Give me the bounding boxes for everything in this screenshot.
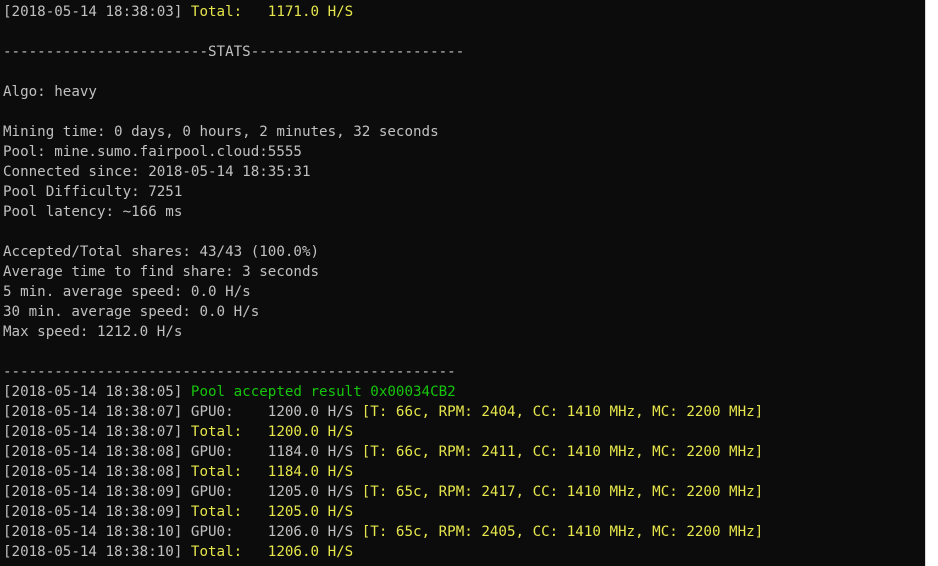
terminal-text-segment: [2018-05-14 18:38:03] bbox=[3, 4, 191, 20]
terminal-text-segment: [T: 66c, RPM: 2411, CC: 1410 MHz, MC: 22… bbox=[361, 444, 764, 460]
terminal-line: [2018-05-14 18:38:07] GPU0: 1200.0 H/S [… bbox=[3, 402, 763, 422]
terminal-text-segment: Total: 1184.0 H/S bbox=[190, 464, 354, 480]
terminal-line: Mining time: 0 days, 0 hours, 2 minutes,… bbox=[3, 122, 763, 142]
terminal-text-segment: [T: 65c, RPM: 2417, CC: 1410 MHz, MC: 22… bbox=[361, 484, 764, 500]
terminal-text-segment: [2018-05-14 18:38:09] GPU0: 1205.0 H/S bbox=[3, 484, 362, 500]
terminal-text-segment: Total: 1205.0 H/S bbox=[190, 504, 354, 520]
terminal-text-segment: ------------------------STATS-----------… bbox=[3, 44, 465, 60]
terminal-window[interactable]: [2018-05-14 18:38:03] Total: 1171.0 H/S -… bbox=[0, 0, 925, 566]
terminal-line: [2018-05-14 18:38:08] Total: 1184.0 H/S bbox=[3, 462, 763, 482]
vertical-scrollbar[interactable] bbox=[925, 0, 938, 566]
terminal-line: [2018-05-14 18:38:09] GPU0: 1205.0 H/S [… bbox=[3, 482, 763, 502]
terminal-line: [2018-05-14 18:38:10] Total: 1206.0 H/S bbox=[3, 542, 763, 562]
terminal-text-segment: [2018-05-14 18:38:10] GPU0: 1206.0 H/S bbox=[3, 524, 362, 540]
terminal-text-segment: Total: 1171.0 H/S bbox=[190, 4, 354, 20]
terminal-line: Pool: mine.sumo.fairpool.cloud:5555 bbox=[3, 142, 763, 162]
terminal-text-segment: [2018-05-14 18:38:08] bbox=[3, 464, 191, 480]
terminal-text-segment: [2018-05-14 18:38:09] bbox=[3, 504, 191, 520]
terminal-text-segment: [2018-05-14 18:38:08] GPU0: 1184.0 H/S bbox=[3, 444, 362, 460]
terminal-line: [2018-05-14 18:38:07] Total: 1200.0 H/S bbox=[3, 422, 763, 442]
terminal-line: 5 min. average speed: 0.0 H/s bbox=[3, 282, 763, 302]
terminal-line: Pool latency: ~166 ms bbox=[3, 202, 763, 222]
terminal-text-segment: Average time to find share: 3 seconds bbox=[3, 264, 320, 280]
terminal-line: Connected since: 2018-05-14 18:35:31 bbox=[3, 162, 763, 182]
terminal-text-segment: [2018-05-14 18:38:07] bbox=[3, 424, 191, 440]
terminal-line: [2018-05-14 18:38:05] Pool accepted resu… bbox=[3, 382, 763, 402]
terminal-text-segment: [T: 65c, RPM: 2405, CC: 1410 MHz, MC: 22… bbox=[361, 524, 764, 540]
terminal-line: Accepted/Total shares: 43/43 (100.0%) bbox=[3, 242, 763, 262]
terminal-line: ----------------------------------------… bbox=[3, 362, 763, 382]
terminal-line: 30 min. average speed: 0.0 H/s bbox=[3, 302, 763, 322]
terminal-text-segment: [2018-05-14 18:38:10] bbox=[3, 544, 191, 560]
terminal-text-segment: ----------------------------------------… bbox=[3, 364, 456, 380]
terminal-text-segment: [2018-05-14 18:38:05] bbox=[3, 384, 191, 400]
terminal-text-segment: [2018-05-14 18:38:07] GPU0: 1200.0 H/S bbox=[3, 404, 362, 420]
terminal-line: [2018-05-14 18:38:09] Total: 1205.0 H/S bbox=[3, 502, 763, 522]
terminal-line: Average time to find share: 3 seconds bbox=[3, 262, 763, 282]
terminal-line: [2018-05-14 18:38:08] GPU0: 1184.0 H/S [… bbox=[3, 442, 763, 462]
terminal-text-segment: Algo: heavy bbox=[3, 84, 97, 100]
terminal-text-segment: Pool Difficulty: 7251 bbox=[3, 184, 183, 200]
terminal-text-segment: Total: 1206.0 H/S bbox=[190, 544, 354, 560]
terminal-output: [2018-05-14 18:38:03] Total: 1171.0 H/S -… bbox=[3, 2, 763, 562]
terminal-line: Max speed: 1212.0 H/s bbox=[3, 322, 763, 342]
terminal-text-segment: [T: 66c, RPM: 2404, CC: 1410 MHz, MC: 22… bbox=[361, 404, 764, 420]
terminal-line: [2018-05-14 18:38:03] Total: 1171.0 H/S bbox=[3, 2, 763, 22]
terminal-text-segment: Pool accepted result 0x00034CB2 bbox=[190, 384, 456, 400]
terminal-line: [2018-05-14 18:38:10] GPU0: 1206.0 H/S [… bbox=[3, 522, 763, 542]
terminal-text-segment: Pool latency: ~166 ms bbox=[3, 204, 183, 220]
terminal-text-segment: Total: 1200.0 H/S bbox=[190, 424, 354, 440]
terminal-line: Algo: heavy bbox=[3, 82, 763, 102]
terminal-text-segment: Connected since: 2018-05-14 18:35:31 bbox=[3, 164, 311, 180]
terminal-line: Pool Difficulty: 7251 bbox=[3, 182, 763, 202]
terminal-text-segment: Mining time: 0 days, 0 hours, 2 minutes,… bbox=[3, 124, 439, 140]
terminal-text-segment: 5 min. average speed: 0.0 H/s bbox=[3, 284, 251, 300]
terminal-text-segment: Pool: mine.sumo.fairpool.cloud:5555 bbox=[3, 144, 302, 160]
terminal-line: ------------------------STATS-----------… bbox=[3, 42, 763, 62]
terminal-text-segment: 30 min. average speed: 0.0 H/s bbox=[3, 304, 260, 320]
terminal-text-segment: Max speed: 1212.0 H/s bbox=[3, 324, 183, 340]
terminal-text-segment: Accepted/Total shares: 43/43 (100.0%) bbox=[3, 244, 320, 260]
